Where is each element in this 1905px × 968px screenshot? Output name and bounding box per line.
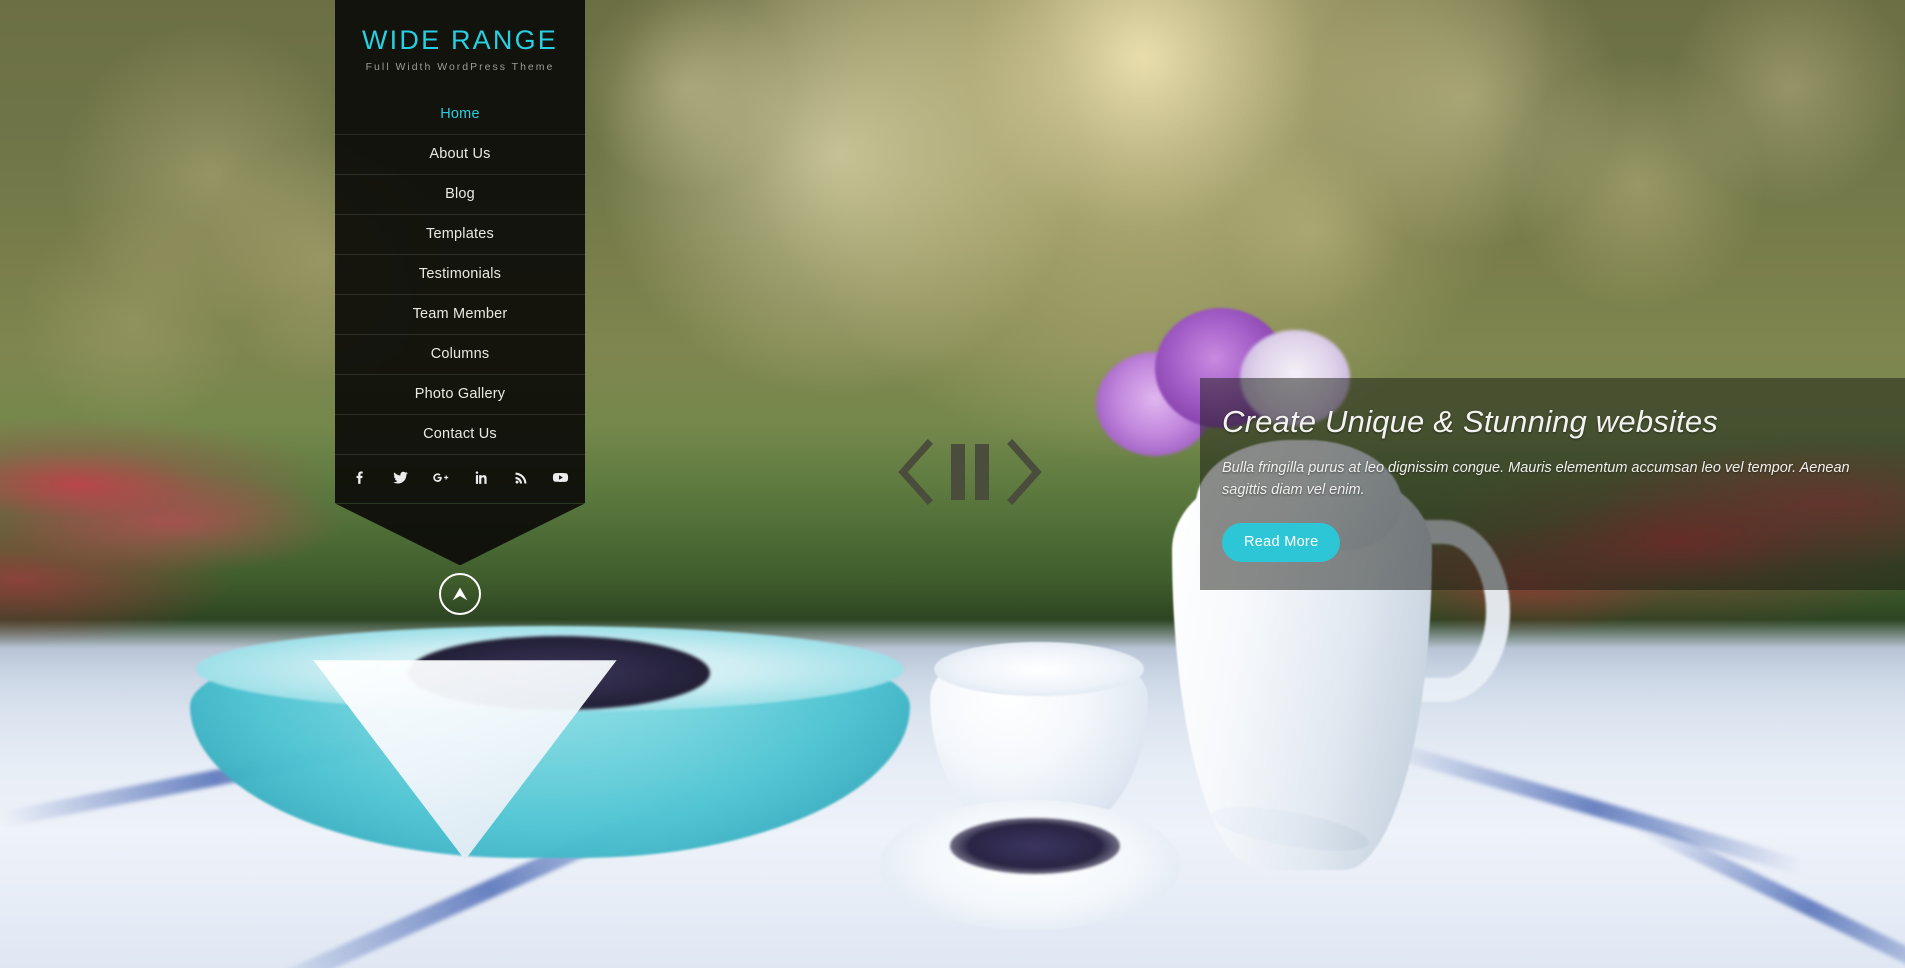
- slide-description: Bulla fringilla purus at leo dignissim c…: [1222, 459, 1850, 498]
- nav-item-team-member[interactable]: Team Member: [335, 294, 585, 334]
- google-plus-icon[interactable]: [429, 466, 451, 488]
- slider-next-button[interactable]: [1003, 438, 1045, 506]
- slider-prev-button[interactable]: [895, 438, 937, 506]
- hero-slider: WIDE RANGE Full Width WordPress Theme Ho…: [0, 0, 1905, 968]
- sidebar-pointer: [335, 503, 585, 566]
- brand[interactable]: WIDE RANGE Full Width WordPress Theme: [335, 0, 585, 95]
- chevron-right-icon: [1007, 439, 1042, 505]
- nav-item-testimonials[interactable]: Testimonials: [335, 254, 585, 294]
- nav-item-photo-gallery[interactable]: Photo Gallery: [335, 374, 585, 414]
- slider-pause-button[interactable]: [951, 444, 989, 500]
- nav-item-contact-us[interactable]: Contact Us: [335, 414, 585, 454]
- sidebar-panel: WIDE RANGE Full Width WordPress Theme Ho…: [335, 0, 585, 504]
- pause-icon: [951, 444, 989, 500]
- youtube-icon[interactable]: [549, 466, 571, 488]
- main-navigation: Home About Us Blog Templates Testimonial…: [335, 95, 585, 454]
- nav-item-home[interactable]: Home: [335, 95, 585, 134]
- nav-item-templates[interactable]: Templates: [335, 214, 585, 254]
- slide-title: Create Unique & Stunning websites: [1222, 404, 1719, 439]
- chevron-left-icon: [898, 439, 933, 505]
- social-links: [335, 454, 585, 501]
- sidebar: WIDE RANGE Full Width WordPress Theme Ho…: [335, 0, 585, 615]
- linkedin-icon[interactable]: [469, 466, 491, 488]
- nav-item-about-us[interactable]: About Us: [335, 134, 585, 174]
- nav-item-columns[interactable]: Columns: [335, 334, 585, 374]
- twitter-icon[interactable]: [389, 466, 411, 488]
- brand-title: WIDE RANGE: [361, 25, 558, 55]
- arrow-up-circle-icon: [452, 587, 468, 601]
- sugar-bowl-rim: [934, 642, 1144, 696]
- read-more-button[interactable]: Read More: [1222, 522, 1341, 562]
- slider-controls: [895, 438, 1045, 506]
- facebook-icon[interactable]: [349, 466, 371, 488]
- nav-item-blog[interactable]: Blog: [335, 174, 585, 214]
- slide-caption: Create Unique & Stunning websites Bulla …: [1200, 378, 1905, 590]
- saucer-blueberries: [950, 818, 1120, 874]
- brand-tagline: Full Width WordPress Theme: [365, 61, 555, 74]
- scroll-down-button[interactable]: [439, 573, 481, 615]
- rss-icon[interactable]: [509, 466, 531, 488]
